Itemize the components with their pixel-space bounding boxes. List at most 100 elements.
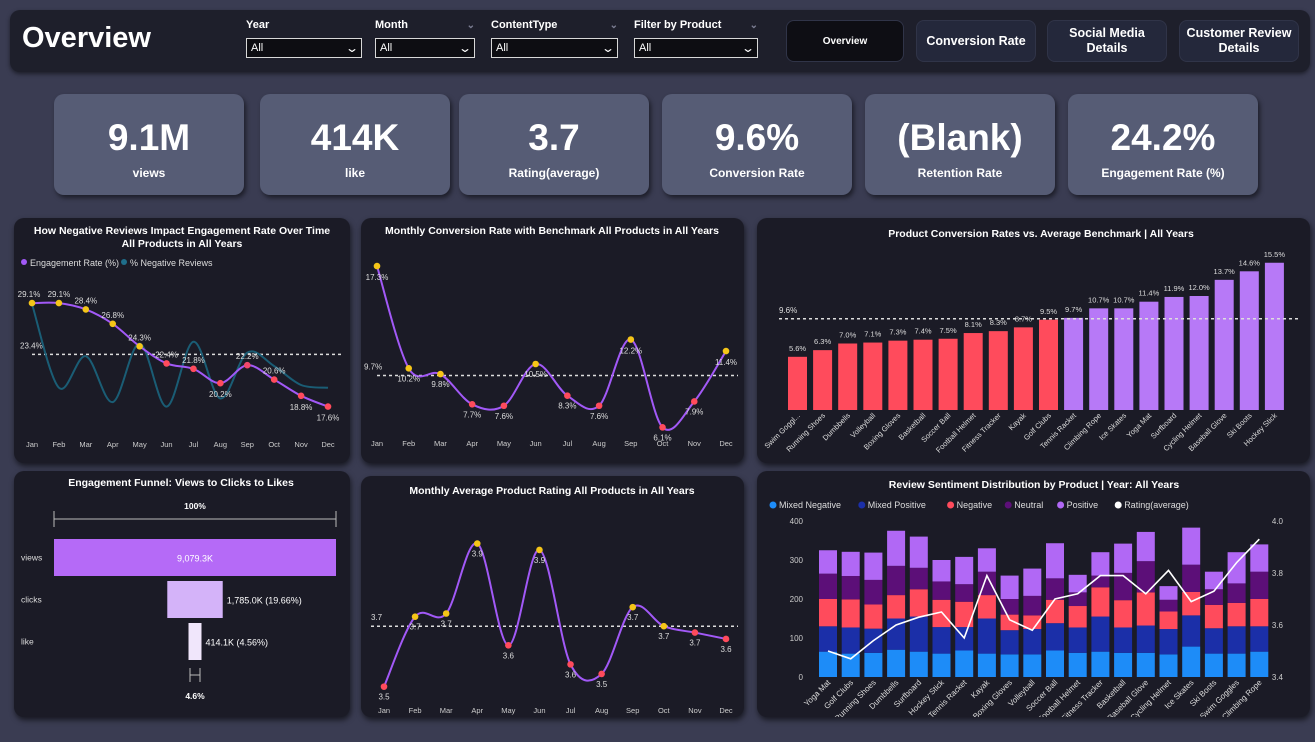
chart-engagement-funnel-panel: Engagement Funnel: Views to Clicks to Li…	[14, 471, 350, 717]
nav-social-media-details-button[interactable]: Social Media Details	[1047, 20, 1167, 62]
data-label: 3.5	[596, 680, 608, 689]
funnel-category-label: clicks	[21, 595, 42, 605]
funnel-category-label: like	[21, 637, 34, 647]
filter-year[interactable]: Year All ⌄	[246, 18, 362, 58]
data-label: 7.0%	[839, 331, 856, 340]
x-tick-label: Aug	[592, 439, 605, 448]
stacked-bar-segment	[1227, 653, 1246, 677]
legend-marker	[1057, 501, 1065, 509]
x-tick-label: Oct	[657, 439, 670, 448]
data-point	[324, 403, 332, 410]
data-label: 8.7%	[1015, 314, 1032, 323]
stacked-bar-segment	[977, 548, 996, 572]
kpi-label: Rating(average)	[508, 166, 600, 180]
data-point	[722, 635, 730, 643]
stacked-bar-segment	[1023, 654, 1042, 677]
y2-tick-label: 4.0	[1272, 517, 1284, 526]
stacked-bar-segment	[841, 627, 860, 654]
stacked-bar-segment	[887, 565, 906, 596]
x-tick-label: Dec	[719, 706, 733, 715]
stacked-bar-segment	[977, 618, 996, 654]
stacked-bar-segment	[1068, 627, 1087, 653]
chevron-down-icon: ⌄	[600, 41, 616, 55]
x-tick-label: Apr	[466, 439, 478, 448]
bar	[988, 331, 1008, 410]
data-label: 3.6	[720, 645, 732, 654]
data-label: 8.3%	[558, 402, 576, 411]
data-point	[598, 670, 605, 678]
reference-label: 23.4%	[20, 341, 43, 350]
reference-label: 9.6%	[779, 306, 797, 315]
legend-label: Rating(average)	[1124, 500, 1189, 510]
bar	[1239, 271, 1259, 410]
data-point	[270, 376, 278, 383]
x-tick-label: May	[501, 706, 515, 715]
x-tick-label: Aug	[595, 706, 608, 715]
data-label: 3.6	[565, 670, 577, 679]
chart-product-conversion-panel: Product Conversion Rates vs. Average Ben…	[757, 218, 1310, 463]
data-point	[163, 360, 170, 367]
nav-overview-button[interactable]: Overview	[786, 20, 904, 62]
stacked-bar-segment	[1091, 552, 1110, 576]
x-tick-label: Feb	[402, 439, 415, 448]
stacked-bar-segment	[841, 551, 860, 576]
kpi-value: 3.7	[528, 117, 580, 158]
bar	[1139, 301, 1159, 410]
stacked-bar-segment	[1136, 531, 1155, 562]
stacked-bar-segment	[932, 560, 951, 582]
data-label: 11.9%	[1164, 284, 1185, 293]
data-label: 10.7%	[1088, 295, 1110, 304]
stacked-bar-segment	[1159, 629, 1178, 655]
data-label: 10.2%	[397, 374, 420, 383]
filter-month[interactable]: Month ⌄ All ⌄	[375, 18, 475, 58]
data-label: 24.3%	[128, 333, 151, 342]
x-tick-label: Dec	[719, 439, 733, 448]
stacked-bar-segment	[1159, 586, 1178, 600]
stacked-bar-segment	[909, 616, 928, 652]
stacked-bar-segment	[955, 650, 974, 677]
filter-product-select[interactable]: All ⌄	[634, 38, 758, 58]
data-label: 14.6%	[1239, 258, 1261, 267]
stacked-bar-segment	[887, 530, 906, 566]
stacked-bar-segment	[909, 567, 928, 590]
filter-product[interactable]: Filter by Product ⌄ All ⌄	[634, 18, 758, 58]
stacked-bar-segment	[1091, 651, 1110, 677]
stacked-bar-segment	[819, 626, 837, 652]
filter-contenttype[interactable]: ContentType ⌄ All ⌄	[491, 18, 618, 58]
stacked-bar-segment	[1250, 544, 1269, 572]
kpi-value: 9.6%	[714, 117, 800, 158]
chart-negative-reviews: How Negative Reviews Impact Engagement R…	[18, 225, 342, 449]
x-tick-label: Jun	[160, 440, 172, 449]
filter-month-select[interactable]: All ⌄	[375, 38, 475, 58]
data-label: 9.8%	[431, 380, 449, 389]
legend-marker	[858, 501, 866, 509]
chevron-down-icon: ⌄	[609, 19, 618, 31]
x-tick-label: Nov	[688, 439, 702, 448]
series-line-negative-reviews	[31, 303, 329, 408]
y2-tick-label: 3.6	[1272, 621, 1284, 630]
nav-customer-review-details-button[interactable]: Customer Review Details	[1179, 20, 1299, 62]
page-title: Overview	[22, 22, 151, 54]
data-point	[380, 683, 388, 690]
filter-year-select[interactable]: All ⌄	[246, 38, 362, 58]
data-label: 7.7%	[463, 410, 481, 419]
chart-title: Review Sentiment Distribution by Product…	[889, 479, 1180, 491]
filter-month-value: All	[380, 42, 393, 54]
filter-contenttype-select[interactable]: All ⌄	[491, 38, 618, 58]
nav-conversion-rate-button[interactable]: Conversion Rate	[916, 20, 1036, 62]
data-point	[627, 336, 635, 343]
kpi-value: 9.1M	[107, 117, 191, 158]
stacked-bar-segment	[1204, 571, 1223, 590]
kpi-card-engagement-rate: 24.2% Engagement Rate (%)	[1068, 94, 1258, 195]
data-point	[405, 365, 413, 372]
data-label: 10.7%	[1113, 295, 1135, 304]
data-label: 7.4%	[914, 327, 931, 336]
data-label: 29.1%	[18, 290, 41, 299]
y-tick-label: 100	[790, 634, 804, 643]
data-label: 7.3%	[889, 328, 906, 337]
data-label: 8.1%	[965, 320, 982, 329]
data-label: 3.6	[503, 651, 515, 660]
stacked-bar-segment	[1250, 599, 1269, 627]
series-line-rating	[383, 542, 727, 688]
kpi-value: 414K	[310, 117, 400, 158]
